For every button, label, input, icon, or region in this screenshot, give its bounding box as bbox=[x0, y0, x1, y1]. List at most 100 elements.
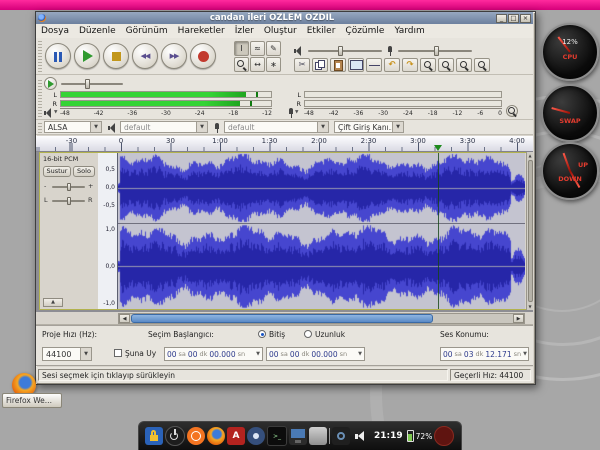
envelope-tool-button[interactable]: ≈ bbox=[250, 41, 265, 56]
menu-edit[interactable]: Düzenle bbox=[74, 26, 121, 36]
project-rate-select[interactable]: 44100 ▼ bbox=[42, 347, 92, 361]
messenger-icon[interactable] bbox=[247, 427, 265, 445]
input-meter[interactable]: L R ▼ -48 -42 -36 -30 -24 -18 -12 -6 0 bbox=[288, 90, 502, 117]
selection-tool-button[interactable]: I bbox=[234, 41, 249, 56]
recording-device-select[interactable]: default ▼ bbox=[224, 121, 329, 133]
toolbar-grabber[interactable] bbox=[38, 41, 42, 72]
pan-slider[interactable] bbox=[52, 200, 85, 202]
zoom-fit-button[interactable] bbox=[474, 58, 490, 72]
menu-view[interactable]: Görünüm bbox=[121, 26, 173, 36]
length-radio-label[interactable]: Uzunluk bbox=[315, 330, 345, 339]
slider-thumb[interactable] bbox=[338, 46, 343, 56]
toolbar-grabber[interactable] bbox=[38, 78, 42, 117]
snap-to-checkbox[interactable] bbox=[114, 349, 122, 357]
multi-tool-button[interactable]: ∗ bbox=[266, 57, 281, 72]
vertical-scroll-thumb[interactable] bbox=[528, 160, 533, 302]
firefox-dock-icon[interactable] bbox=[207, 427, 225, 445]
input-meter-left-bar[interactable] bbox=[304, 91, 502, 98]
play-button[interactable] bbox=[74, 43, 100, 69]
waveform-channel-left[interactable] bbox=[118, 153, 525, 223]
slider-thumb[interactable] bbox=[67, 197, 71, 205]
output-meter-right-bar[interactable] bbox=[60, 100, 272, 107]
paste-button[interactable] bbox=[330, 58, 346, 72]
shutdown-icon[interactable] bbox=[434, 426, 454, 446]
slider-thumb[interactable] bbox=[85, 79, 90, 89]
recording-channels-select[interactable]: Çift Giriş Kanı... ▼ bbox=[334, 121, 404, 133]
zoom-selection-button[interactable] bbox=[456, 58, 472, 72]
file-manager-icon[interactable] bbox=[309, 427, 327, 445]
end-radio-label[interactable]: Bitiş bbox=[269, 330, 285, 339]
menu-effect[interactable]: Etkiler bbox=[302, 26, 341, 36]
input-meter-menu[interactable]: ▼ bbox=[288, 108, 302, 118]
scroll-right-arrow[interactable]: ▶ bbox=[513, 314, 524, 323]
waveform-channel-right[interactable] bbox=[118, 224, 525, 309]
menu-help[interactable]: Yardım bbox=[389, 26, 429, 36]
maximize-button[interactable]: □ bbox=[508, 14, 519, 23]
trim-button[interactable] bbox=[348, 58, 364, 72]
output-meter-menu[interactable]: ▼ bbox=[44, 108, 58, 118]
scroll-left-arrow[interactable]: ◀ bbox=[119, 314, 130, 323]
terminal-icon[interactable]: >_ bbox=[267, 426, 287, 446]
end-radio[interactable] bbox=[258, 330, 266, 338]
undo-button[interactable]: ↶ bbox=[384, 58, 400, 72]
firefox-taskbar-item[interactable]: Firefox We... bbox=[2, 393, 62, 408]
menu-generate[interactable]: Oluştur bbox=[259, 26, 302, 36]
redo-button[interactable]: ↷ bbox=[402, 58, 418, 72]
playback-device-select[interactable]: default ▼ bbox=[120, 121, 208, 133]
output-meter[interactable]: L R ▼ -48 -42 -36 -30 -24 -18 -12 bbox=[44, 90, 272, 117]
power-icon[interactable] bbox=[165, 426, 185, 446]
output-volume-slider[interactable] bbox=[308, 50, 382, 52]
silence-button[interactable] bbox=[366, 58, 382, 72]
cut-button[interactable]: ✂ bbox=[294, 58, 310, 72]
audio-position-field[interactable]: 00sa 03dk 12.171sn ▼ bbox=[440, 347, 529, 361]
play-at-speed-button[interactable] bbox=[44, 77, 57, 90]
horizontal-scrollbar[interactable]: ◀ ▶ bbox=[118, 313, 525, 324]
selection-start-field[interactable]: 00sa 00dk 00.000sn ▼ bbox=[164, 347, 263, 361]
toolbar-grabber[interactable] bbox=[38, 122, 42, 133]
pause-button[interactable] bbox=[45, 43, 71, 69]
selection-end-field[interactable]: 00sa 00dk 00.000sn ▼ bbox=[266, 347, 365, 361]
scroll-up-arrow[interactable]: ▲ bbox=[527, 152, 533, 159]
input-meter-right-bar[interactable] bbox=[304, 100, 502, 107]
audio-host-select[interactable]: ALSA ▼ bbox=[44, 121, 102, 133]
ubuntu-logo-icon[interactable] bbox=[187, 427, 205, 445]
lock-screen-icon[interactable] bbox=[145, 427, 163, 445]
display-settings-icon[interactable] bbox=[289, 427, 307, 445]
length-radio[interactable] bbox=[304, 330, 312, 338]
app-a-icon[interactable]: A bbox=[227, 427, 245, 445]
screenshot-camera-icon[interactable] bbox=[332, 427, 350, 445]
scroll-down-arrow[interactable]: ▼ bbox=[527, 303, 533, 310]
collapse-track-button[interactable]: ▲ bbox=[43, 298, 63, 307]
timeline-ruler[interactable]: -30 0 30 1:00 1:30 2:00 2:30 3:00 3:30 4… bbox=[36, 136, 533, 152]
waveform-display[interactable] bbox=[118, 153, 525, 309]
horizontal-scroll-thumb[interactable] bbox=[131, 314, 433, 323]
skip-to-end-button[interactable]: ▶▶ bbox=[161, 43, 187, 69]
gain-slider[interactable] bbox=[52, 186, 85, 188]
menu-transport[interactable]: Hareketler bbox=[173, 26, 230, 36]
snap-to-label[interactable]: Şuna Uy bbox=[125, 349, 156, 358]
solo-button[interactable]: Solo bbox=[73, 166, 95, 177]
playhead-marker[interactable] bbox=[434, 145, 442, 151]
meter-zoom-in-button[interactable] bbox=[506, 105, 518, 117]
vertical-ruler[interactable]: 0,5 0,0 -0,5 1,0 0,0 -1,0 bbox=[98, 153, 118, 309]
zoom-out-button[interactable] bbox=[438, 58, 454, 72]
skip-to-start-button[interactable]: ◀◀ bbox=[132, 43, 158, 69]
minimize-button[interactable]: _ bbox=[496, 14, 507, 23]
output-meter-left-bar[interactable] bbox=[60, 91, 272, 98]
vertical-scrollbar[interactable]: ▲ ▼ bbox=[526, 152, 533, 310]
volume-icon[interactable] bbox=[352, 427, 370, 445]
slider-thumb[interactable] bbox=[67, 183, 71, 191]
record-button[interactable] bbox=[190, 43, 216, 69]
draw-tool-button[interactable]: ✎ bbox=[266, 41, 281, 56]
copy-button[interactable] bbox=[312, 58, 328, 72]
zoom-tool-button[interactable] bbox=[234, 57, 249, 72]
zoom-in-button[interactable] bbox=[420, 58, 436, 72]
window-titlebar[interactable]: candan ileri ÖZLEM ÖZDİL _ □ × bbox=[36, 12, 533, 24]
stop-button[interactable] bbox=[103, 43, 129, 69]
slider-thumb[interactable] bbox=[434, 46, 439, 56]
mute-button[interactable]: Sustur bbox=[43, 166, 71, 177]
menu-tracks[interactable]: İzler bbox=[230, 26, 259, 36]
track-control-panel[interactable]: 16-bit PCM Sustur Solo - + L R ▲ bbox=[40, 153, 99, 309]
timeshift-tool-button[interactable]: ↔ bbox=[250, 57, 265, 72]
menu-analyze[interactable]: Çözümle bbox=[340, 26, 389, 36]
